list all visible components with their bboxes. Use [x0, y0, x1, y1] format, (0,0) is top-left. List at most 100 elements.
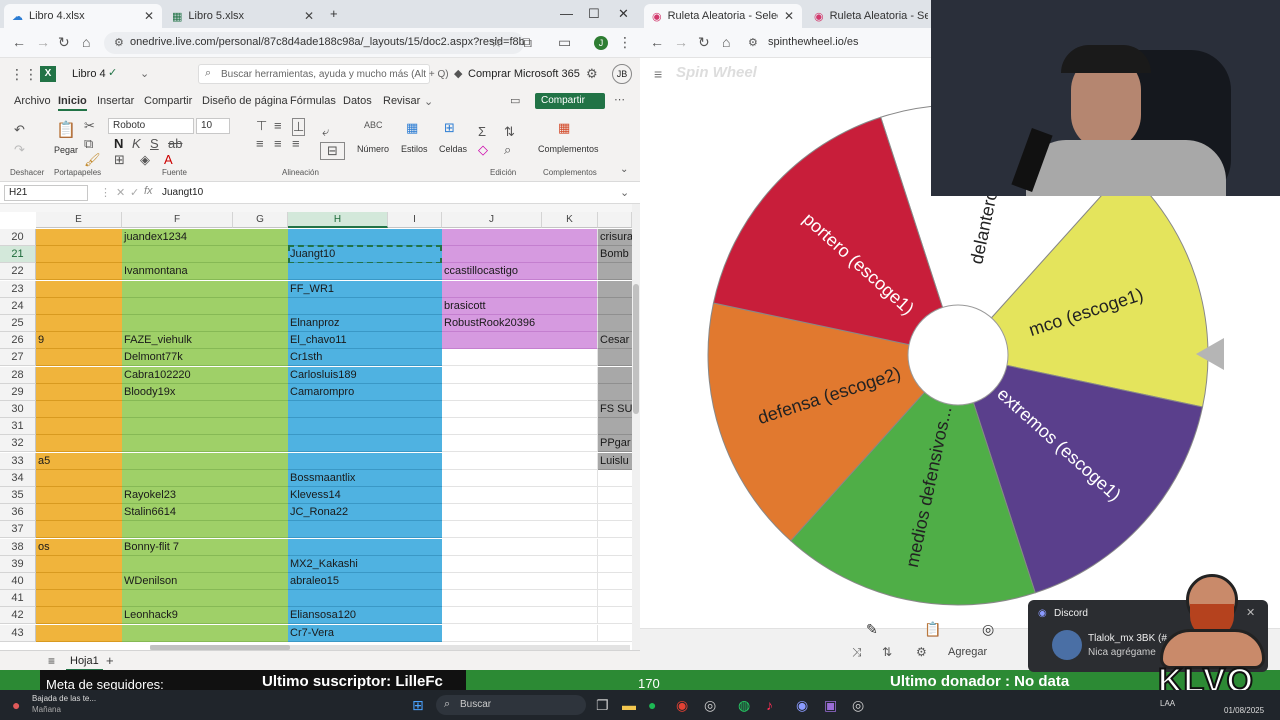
row-header[interactable]: 29	[0, 383, 36, 401]
tab-archivo[interactable]: Archivo	[14, 95, 51, 107]
cell-e[interactable]	[36, 504, 122, 522]
cell-j[interactable]	[442, 246, 598, 264]
cell-e[interactable]	[36, 366, 122, 384]
paste-button-label[interactable]: Pegar	[54, 145, 78, 155]
taskbar-search-box[interactable]: ⌕ Buscar	[436, 695, 586, 715]
vertical-scrollbar[interactable]	[632, 204, 640, 650]
sort-icon[interactable]: ⇅	[882, 645, 892, 659]
forward-icon[interactable]: →	[36, 34, 50, 50]
align-center-icon[interactable]: ≡	[274, 136, 282, 151]
cell-h[interactable]	[288, 297, 442, 315]
tiktok-icon[interactable]: ♪	[766, 697, 773, 713]
styles-icon[interactable]: ▦	[406, 120, 418, 136]
cell-j[interactable]	[442, 383, 598, 401]
forward-icon[interactable]: →	[674, 34, 688, 50]
row-header[interactable]: 31	[0, 418, 36, 436]
redo-icon[interactable]: ↷	[14, 142, 25, 158]
cell-h[interactable]	[288, 263, 442, 281]
cell-e[interactable]	[36, 624, 122, 642]
cell-j[interactable]: ccastillocastigo	[442, 263, 598, 281]
col-header-f[interactable]: F	[122, 212, 233, 228]
row-header[interactable]: 22	[0, 263, 36, 281]
cell-h[interactable]	[288, 452, 442, 470]
borders-icon[interactable]: ⊞	[114, 152, 125, 168]
cell-h[interactable]	[288, 229, 442, 246]
tab-diseno-pagina[interactable]: Diseño de página	[202, 95, 288, 107]
cell-h[interactable]: Eliansosa120	[288, 607, 442, 625]
cell-k[interactable]	[598, 521, 632, 539]
discord-taskbar-icon[interactable]: ◉	[796, 697, 808, 714]
cell-f[interactable]: WDenilson	[122, 573, 288, 590]
formula-input[interactable]: Juangt10	[162, 187, 203, 198]
task-view-icon[interactable]: ❐	[596, 697, 609, 714]
minimize-icon[interactable]: —	[560, 6, 573, 21]
cell-f[interactable]	[122, 401, 288, 418]
cell-k[interactable]	[598, 315, 632, 332]
cell-k[interactable]	[598, 624, 632, 642]
cell-k[interactable]	[598, 555, 632, 573]
cell-h[interactable]: Cr7-Vera	[288, 624, 442, 642]
cell-h[interactable]: abraleo15	[288, 573, 442, 590]
cell-k[interactable]: FS SU	[598, 401, 632, 418]
share-button[interactable]: Compartir	[535, 93, 605, 109]
cell-j[interactable]: brasicott	[442, 297, 598, 315]
horizontal-scrollbar[interactable]	[150, 645, 630, 650]
cell-h[interactable]: Cr1sth	[288, 349, 442, 367]
font-name-select[interactable]: Roboto	[108, 118, 194, 134]
back-icon[interactable]: ←	[12, 34, 26, 50]
format-painter-icon[interactable]: 🖌	[84, 152, 101, 168]
extensions-icon[interactable]: ⧉	[522, 34, 532, 51]
tab-insertar[interactable]: Insertar	[97, 95, 134, 107]
back-icon[interactable]: ←	[650, 34, 664, 50]
cell-h[interactable]: MX2_Kakashi	[288, 555, 442, 573]
tab-libro5[interactable]: ▦ Libro 5.xlsx ✕	[164, 4, 322, 28]
cell-h[interactable]	[288, 521, 442, 539]
shuffle-icon[interactable]: ⤨	[852, 645, 862, 660]
cell-e[interactable]	[36, 263, 122, 281]
cell-k[interactable]	[598, 487, 632, 504]
cell-f[interactable]	[122, 418, 288, 436]
cell-f[interactable]: Delmont77k	[122, 349, 288, 367]
row-header[interactable]: 26	[0, 332, 36, 350]
cell-k[interactable]	[598, 349, 632, 367]
horizontal-scroll-thumb[interactable]	[150, 645, 290, 650]
wheel-center-button[interactable]	[907, 304, 1009, 406]
cell-h[interactable]: Camarompro	[288, 383, 442, 401]
tab-revisar[interactable]: Revisar	[383, 95, 420, 107]
row-header[interactable]: 24	[0, 297, 36, 315]
browser-menu-icon[interactable]: ⋮	[618, 34, 632, 51]
align-left-icon[interactable]: ≡	[256, 136, 264, 151]
row-header[interactable]: 34	[0, 469, 36, 487]
cell-e[interactable]	[36, 573, 122, 590]
cell-k[interactable]	[598, 383, 632, 401]
cells-icon[interactable]: ⊞	[444, 120, 455, 136]
cell-k[interactable]	[598, 590, 632, 608]
clipboard-settings-icon[interactable]: 📋	[924, 621, 941, 638]
cell-k[interactable]	[598, 280, 632, 298]
cell-e[interactable]	[36, 246, 122, 264]
cell-f[interactable]	[122, 452, 288, 470]
doc-title[interactable]: Libro 4	[72, 68, 106, 80]
undo-icon[interactable]: ↶	[14, 122, 25, 138]
cell-e[interactable]	[36, 435, 122, 453]
cell-j[interactable]	[442, 469, 598, 487]
cell-e[interactable]	[36, 521, 122, 539]
cell-j[interactable]	[442, 538, 598, 556]
cell-e[interactable]	[36, 401, 122, 418]
tab-formulas[interactable]: Fórmulas	[290, 95, 336, 107]
home-icon[interactable]: ⌂	[82, 34, 90, 50]
cell-k[interactable]	[598, 504, 632, 522]
cell-h[interactable]: Bossmaantlix	[288, 469, 442, 487]
cell-k[interactable]	[598, 418, 632, 436]
row-header[interactable]: 38	[0, 538, 36, 556]
clear-icon[interactable]: ◇	[478, 142, 488, 158]
col-header-g[interactable]: G	[233, 212, 288, 228]
tab-libro4[interactable]: ☁ Libro 4.xlsx ✕	[4, 4, 162, 28]
profile-avatar[interactable]: J	[594, 36, 608, 50]
cell-e[interactable]: 9	[36, 332, 122, 350]
settings-icon[interactable]: ⚙	[916, 645, 927, 659]
steam-icon[interactable]: ◎	[704, 697, 716, 714]
reload-icon[interactable]: ↻	[698, 34, 710, 51]
cell-f[interactable]: Cabra102220	[122, 366, 288, 384]
cell-h[interactable]: JC_Rona22	[288, 504, 442, 522]
